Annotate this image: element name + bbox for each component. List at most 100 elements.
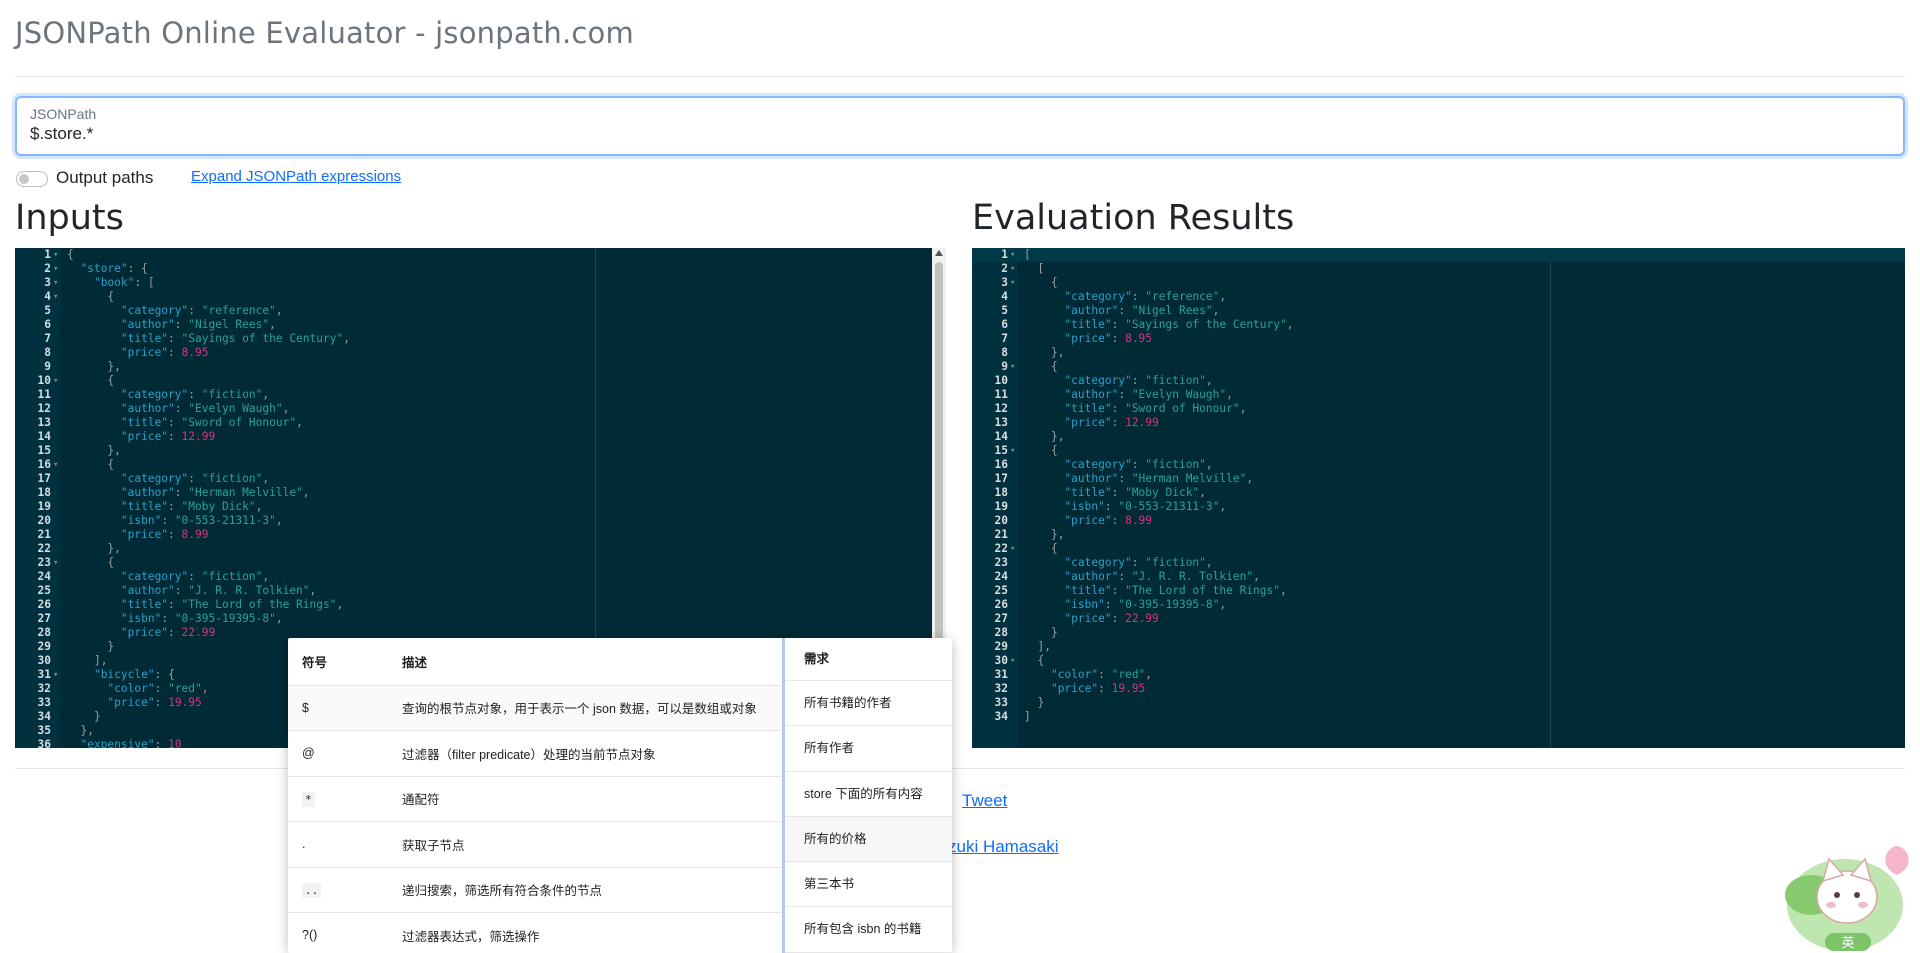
line-number: 32 <box>37 682 51 695</box>
fold-arrow-icon[interactable]: ▾ <box>1010 654 1018 668</box>
fold-arrow-icon[interactable]: ▾ <box>1010 276 1018 290</box>
code-line: 25 "author": "J. R. R. Tolkien", <box>15 584 932 598</box>
code-text: { <box>1050 276 1058 289</box>
symbol-cell: . <box>288 821 388 868</box>
code-text: { <box>1037 654 1045 667</box>
description-cell: 过滤器表达式，筛选操作 <box>388 912 782 953</box>
code-line: 31 "color": "red", <box>972 668 1905 682</box>
fold-arrow-icon[interactable]: ▾ <box>53 262 61 276</box>
code-text: { <box>107 458 115 471</box>
ime-badge-text: 英 <box>1841 936 1854 951</box>
code-text: "author": "J. R. R. Tolkien", <box>120 584 317 597</box>
code-text: }, <box>80 724 94 737</box>
code-text: "category": "reference", <box>1064 290 1227 303</box>
fold-arrow-icon[interactable]: ▾ <box>53 556 61 570</box>
code-text: }, <box>1050 430 1065 443</box>
line-number: 9 <box>1001 360 1008 373</box>
line-number: 19 <box>994 500 1008 513</box>
code-line: 17 "category": "fiction", <box>15 472 932 486</box>
code-text: } <box>1050 626 1058 639</box>
code-line: 7 "title": "Sayings of the Century", <box>15 332 932 346</box>
line-number: 18 <box>994 486 1008 499</box>
line-number: 22 <box>37 542 51 555</box>
code-text: ], <box>93 654 108 667</box>
code-text: "category": "fiction", <box>120 570 270 583</box>
jsonpath-input[interactable] <box>30 124 1030 144</box>
table-row: $ 查询的根节点对象，用于表示一个 json 数据，可以是数组或对象 <box>288 685 782 731</box>
symbol-cell: $ <box>288 685 388 731</box>
line-number: 14 <box>994 430 1008 443</box>
fold-arrow-icon[interactable]: ▾ <box>53 290 61 304</box>
code-line: 18 "author": "Herman Melville", <box>15 486 932 500</box>
line-number: 35 <box>37 724 51 737</box>
output-paths-toggle[interactable] <box>16 171 48 187</box>
code-text: }, <box>107 444 121 457</box>
requirement-item: 所有书籍的作者 <box>785 681 952 727</box>
line-number: 15 <box>994 444 1008 457</box>
code-line: 12 "title": "Sword of Honour", <box>972 402 1905 416</box>
code-text: [ <box>1024 248 1031 261</box>
requirement-item: store 下面的所有内容 <box>785 772 952 817</box>
jsonpath-field[interactable]: JSONPath <box>15 96 1905 156</box>
description-cell: 通配符 <box>388 776 782 822</box>
fold-arrow-icon[interactable]: ▾ <box>1010 444 1018 458</box>
line-number: 11 <box>37 388 51 401</box>
code-line: 8 "price": 8.95 <box>15 346 932 360</box>
lotus-icon <box>1885 846 1909 875</box>
code-text: "author": "J. R. R. Tolkien", <box>1064 570 1260 583</box>
fold-arrow-icon[interactable]: ▾ <box>53 458 61 472</box>
line-number: 21 <box>37 528 51 541</box>
line-number: 18 <box>37 486 51 499</box>
line-number: 13 <box>994 416 1008 429</box>
fold-arrow-icon[interactable]: ▾ <box>53 276 61 290</box>
symbol-header: 符号 <box>288 638 388 686</box>
requirement-header: 需求 <box>785 638 952 681</box>
line-number: 16 <box>37 458 51 471</box>
code-text: "color": "red", <box>107 682 209 695</box>
line-number: 4 <box>1001 290 1008 303</box>
fold-arrow-icon[interactable]: ▾ <box>1010 542 1018 556</box>
tweet-link[interactable]: Tweet <box>962 791 1007 811</box>
code-line: 27 "price": 22.99 <box>972 612 1905 626</box>
code-text: "price": 8.99 <box>1064 514 1153 527</box>
code-line: 14 }, <box>972 430 1905 444</box>
fold-arrow-icon[interactable]: ▾ <box>1010 360 1018 374</box>
expand-expressions-link[interactable]: Expand JSONPath expressions <box>191 168 401 185</box>
code-line: 18 "title": "Moby Dick", <box>972 486 1905 500</box>
symbol-cell: @ <box>288 730 388 777</box>
line-number: 27 <box>37 612 51 625</box>
code-line: 26 "isbn": "0-395-19395-8", <box>972 598 1905 612</box>
fold-arrow-icon[interactable]: ▾ <box>53 248 61 262</box>
code-text: ] <box>1024 710 1031 723</box>
code-line: 3 ▾ { <box>972 276 1905 290</box>
code-text: "expensive": 10 <box>80 738 182 748</box>
fold-arrow-icon[interactable]: ▾ <box>53 374 61 388</box>
line-number: 6 <box>44 318 51 331</box>
description-cell: 递归搜索，筛选所有符合条件的节点 <box>388 867 782 913</box>
code-line: 3 ▾ "book": [ <box>15 276 932 290</box>
code-line: 15 ▾ { <box>972 444 1905 458</box>
code-line: 11 "author": "Evelyn Waugh", <box>972 388 1905 402</box>
code-line: 19 "title": "Moby Dick", <box>15 500 932 514</box>
code-line: 29 ], <box>972 640 1905 654</box>
code-line: 5 "author": "Nigel Rees", <box>972 304 1905 318</box>
table-row: .. 递归搜索，筛选所有符合条件的节点 <box>288 867 782 913</box>
table-row: * 通配符 <box>288 776 782 822</box>
line-number: 6 <box>1001 318 1008 331</box>
fold-arrow-icon[interactable]: ▾ <box>53 668 61 682</box>
code-line: 23 ▾ { <box>15 556 932 570</box>
line-number: 17 <box>37 472 51 485</box>
fold-arrow-icon[interactable]: ▾ <box>1010 248 1018 262</box>
code-line: 20 "price": 8.99 <box>972 514 1905 528</box>
results-editor[interactable]: 1 ▾[2 ▾ [3 ▾ {4 "category": "reference", 5 "… <box>972 248 1905 748</box>
author-link[interactable]: zuki Hamasaki <box>948 837 1059 857</box>
line-number: 4 <box>44 290 51 303</box>
mascot-widget[interactable]: 英 <box>1775 835 1915 953</box>
fold-arrow-icon[interactable]: ▾ <box>1010 262 1018 276</box>
code-line: 19 "isbn": "0-553-21311-3", <box>972 500 1905 514</box>
line-number: 15 <box>37 444 51 457</box>
line-number: 16 <box>994 458 1008 471</box>
symbol-cell: .. <box>288 867 388 913</box>
scroll-up-arrow-icon[interactable] <box>935 250 943 256</box>
syntax-table: 符号 描述 $ 查询的根节点对象，用于表示一个 json 数据，可以是数组或对象 … <box>288 638 782 953</box>
